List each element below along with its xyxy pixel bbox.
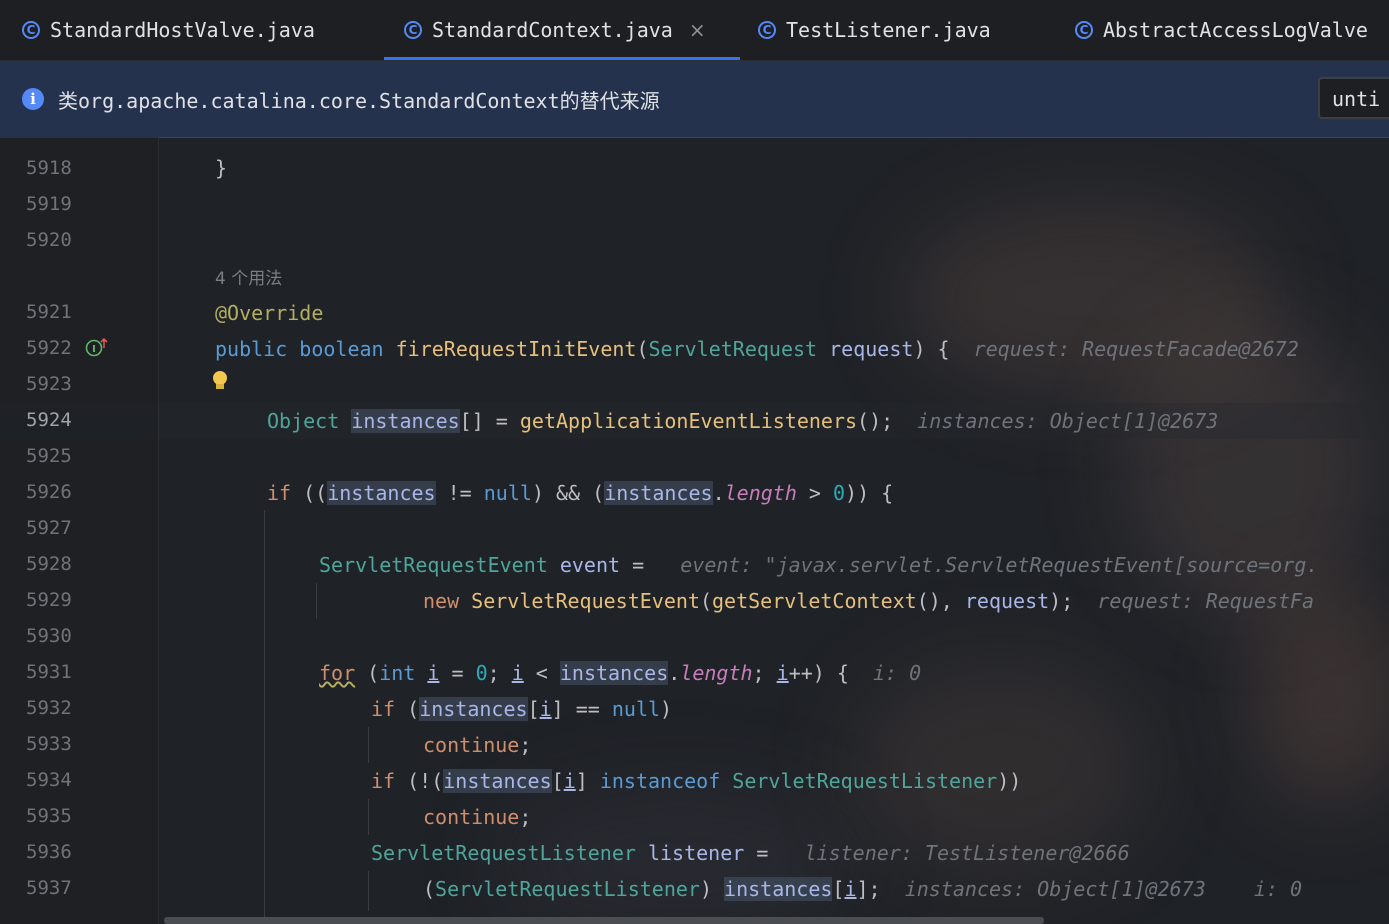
line-number-gutter: 5918 5919 5920 5921 5922 5923 5924 5925 …: [0, 137, 159, 924]
line-number: 5925: [26, 445, 72, 467]
horizontal-scrollbar[interactable]: [164, 917, 1044, 924]
indent-guide: [368, 727, 369, 763]
code-line-5933: continue;: [423, 733, 532, 757]
code-line-5936: ServletRequestListener listener = listen…: [371, 841, 1130, 865]
class-icon: C: [758, 21, 776, 39]
line-number: 5935: [26, 805, 72, 827]
code-line-5932: if (instances[i] == null): [371, 697, 673, 721]
line-number: 5920: [26, 229, 72, 251]
code-line-5921: @Override: [215, 301, 324, 325]
line-number: 5919: [26, 193, 72, 215]
banner-message: 类org.apache.catalina.core.StandardContex…: [58, 88, 660, 113]
code-line-5934: if (!(instances[i] instanceof ServletReq…: [371, 769, 1022, 793]
tab-label: AbstractAccessLogValve: [1103, 18, 1368, 42]
line-number: 5918: [26, 157, 72, 179]
lightbulb-icon[interactable]: [209, 369, 231, 393]
class-icon: C: [1075, 21, 1093, 39]
line-number: 5934: [26, 769, 72, 791]
line-number: 5933: [26, 733, 72, 755]
implements-overrides-icon[interactable]: I: [84, 336, 110, 358]
code-line-5937: (ServletRequestListener) instances[i]; i…: [423, 877, 1303, 901]
tab-testlistener[interactable]: C TestListener.java: [758, 0, 991, 60]
code-line-5924: Object instances[] = getApplicationEvent…: [267, 409, 1219, 433]
code-line-5918: }: [215, 156, 228, 180]
line-number: 5924: [26, 409, 72, 431]
line-number: 5931: [26, 661, 72, 683]
svg-text:I: I: [92, 344, 96, 355]
line-number: 5921: [26, 301, 72, 323]
indent-guide: [368, 871, 369, 911]
code-line-5928: ServletRequestEvent event = event: "java…: [319, 553, 1319, 577]
indent-guide: [368, 799, 369, 835]
line-number: 5937: [26, 877, 72, 899]
line-number: 5923: [26, 373, 72, 395]
code-line-5931: for (int i = 0; i < instances.length; i+…: [319, 661, 922, 685]
tab-abstractaccesslogvalve[interactable]: C AbstractAccessLogValve: [1075, 0, 1368, 60]
source-selector[interactable]: unti: [1318, 77, 1389, 119]
usages-hint[interactable]: 4 个用法: [215, 259, 282, 295]
tab-label: TestListener.java: [786, 18, 991, 42]
tab-standardcontext[interactable]: C StandardContext.java ×: [384, 0, 740, 60]
line-number: 5922: [26, 337, 72, 359]
class-icon: C: [404, 21, 422, 39]
line-number: 5932: [26, 697, 72, 719]
close-icon[interactable]: ×: [689, 18, 706, 42]
line-number: 5930: [26, 625, 72, 647]
code-line-5929: new ServletRequestEvent(getServletContex…: [423, 589, 1315, 613]
info-icon: i: [22, 88, 44, 110]
line-number: 5936: [26, 841, 72, 863]
indent-guide: [264, 510, 265, 924]
line-number: 5929: [26, 589, 72, 611]
indent-guide: [316, 583, 317, 619]
alternative-source-banner: i 类org.apache.catalina.core.StandardCont…: [0, 61, 1389, 138]
editor-tab-bar: C StandardHostValve.java C StandardConte…: [0, 0, 1389, 61]
code-line-5926: if ((instances != null) && (instances.le…: [267, 481, 894, 505]
code-line-5935: continue;: [423, 805, 532, 829]
tab-standardhostvalve[interactable]: C StandardHostValve.java: [22, 0, 315, 60]
code-line-5922: public boolean fireRequestInitEvent(Serv…: [215, 337, 1299, 361]
class-icon: C: [22, 21, 40, 39]
line-number: 5928: [26, 553, 72, 575]
line-number: 5926: [26, 481, 72, 503]
tab-label: StandardHostValve.java: [50, 18, 315, 42]
tab-label: StandardContext.java: [432, 18, 673, 42]
editor-background: [0, 137, 1389, 924]
line-number: 5927: [26, 517, 72, 539]
